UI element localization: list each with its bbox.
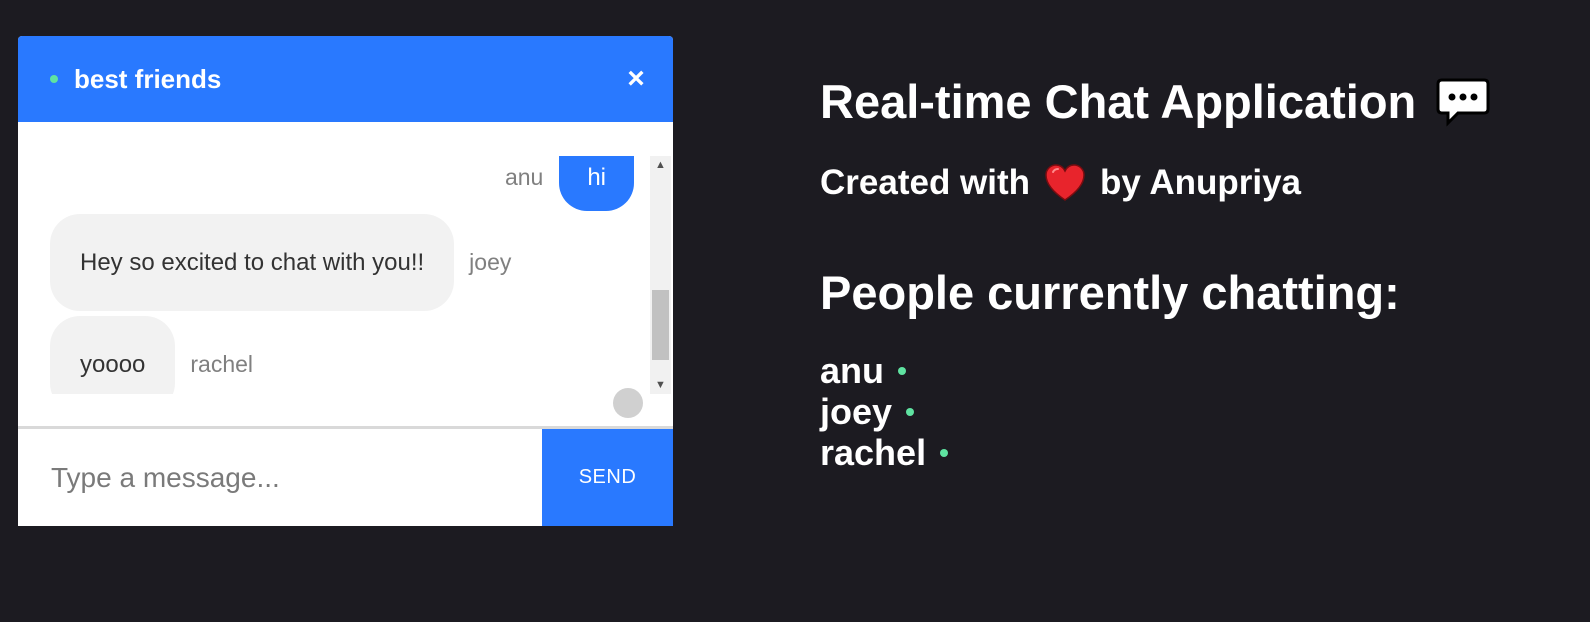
scrollbar[interactable]: ▲ ▼ <box>650 156 671 394</box>
message-other: yoooo rachel <box>50 316 253 394</box>
people-heading: People currently chatting: <box>820 266 1400 319</box>
scroll-up-icon[interactable]: ▲ <box>650 156 671 174</box>
online-status-icon <box>940 448 949 457</box>
message-bubble: yoooo <box>50 316 176 394</box>
title-row: Real-time Chat Application <box>820 74 1490 129</box>
person-name: anu <box>820 350 885 391</box>
person-item: joey <box>820 391 1490 432</box>
online-status-icon <box>906 407 915 416</box>
credits-suffix: by Anupriya <box>1100 163 1302 202</box>
message-other: Hey so excited to chat with you!! joey <box>50 214 511 311</box>
people-list: anu joey rachel <box>820 350 1490 473</box>
message-author: anu <box>504 164 544 190</box>
scroll-to-bottom-button[interactable] <box>613 388 643 418</box>
scroll-down-icon[interactable]: ▼ <box>650 376 671 394</box>
message-author: rachel <box>190 351 254 377</box>
room-name: best friends <box>74 63 222 94</box>
chat-header: best friends × <box>18 36 673 122</box>
person-name: rachel <box>820 432 927 473</box>
info-panel: Real-time Chat Application Created with … <box>820 74 1490 473</box>
person-item: anu <box>820 350 1490 391</box>
message-bubble: hi <box>559 156 634 211</box>
page-title: Real-time Chat Application <box>820 75 1417 128</box>
person-item: rachel <box>820 432 1490 473</box>
message-list[interactable]: anu hi Hey so excited to chat with you!!… <box>18 156 650 394</box>
close-button[interactable]: × <box>621 64 651 94</box>
online-status-icon <box>50 75 58 83</box>
online-status-icon <box>898 366 907 375</box>
credits: Created with by Anupriya <box>820 163 1490 203</box>
messages-area: anu hi Hey so excited to chat with you!!… <box>18 122 673 427</box>
speech-bubble-icon <box>1436 78 1490 127</box>
message-bubble: Hey so excited to chat with you!! <box>50 214 455 311</box>
message-input[interactable] <box>18 429 542 526</box>
send-button[interactable]: SEND <box>542 429 673 526</box>
person-name: joey <box>820 391 893 432</box>
scroll-thumb[interactable] <box>652 290 669 360</box>
heart-icon <box>1045 164 1085 201</box>
message-self: anu hi <box>505 156 634 211</box>
chat-window: best friends × anu hi Hey so excited to … <box>18 36 673 526</box>
credits-prefix: Created with <box>820 163 1031 202</box>
message-author: joey <box>469 249 512 275</box>
message-composer: SEND <box>18 426 673 526</box>
